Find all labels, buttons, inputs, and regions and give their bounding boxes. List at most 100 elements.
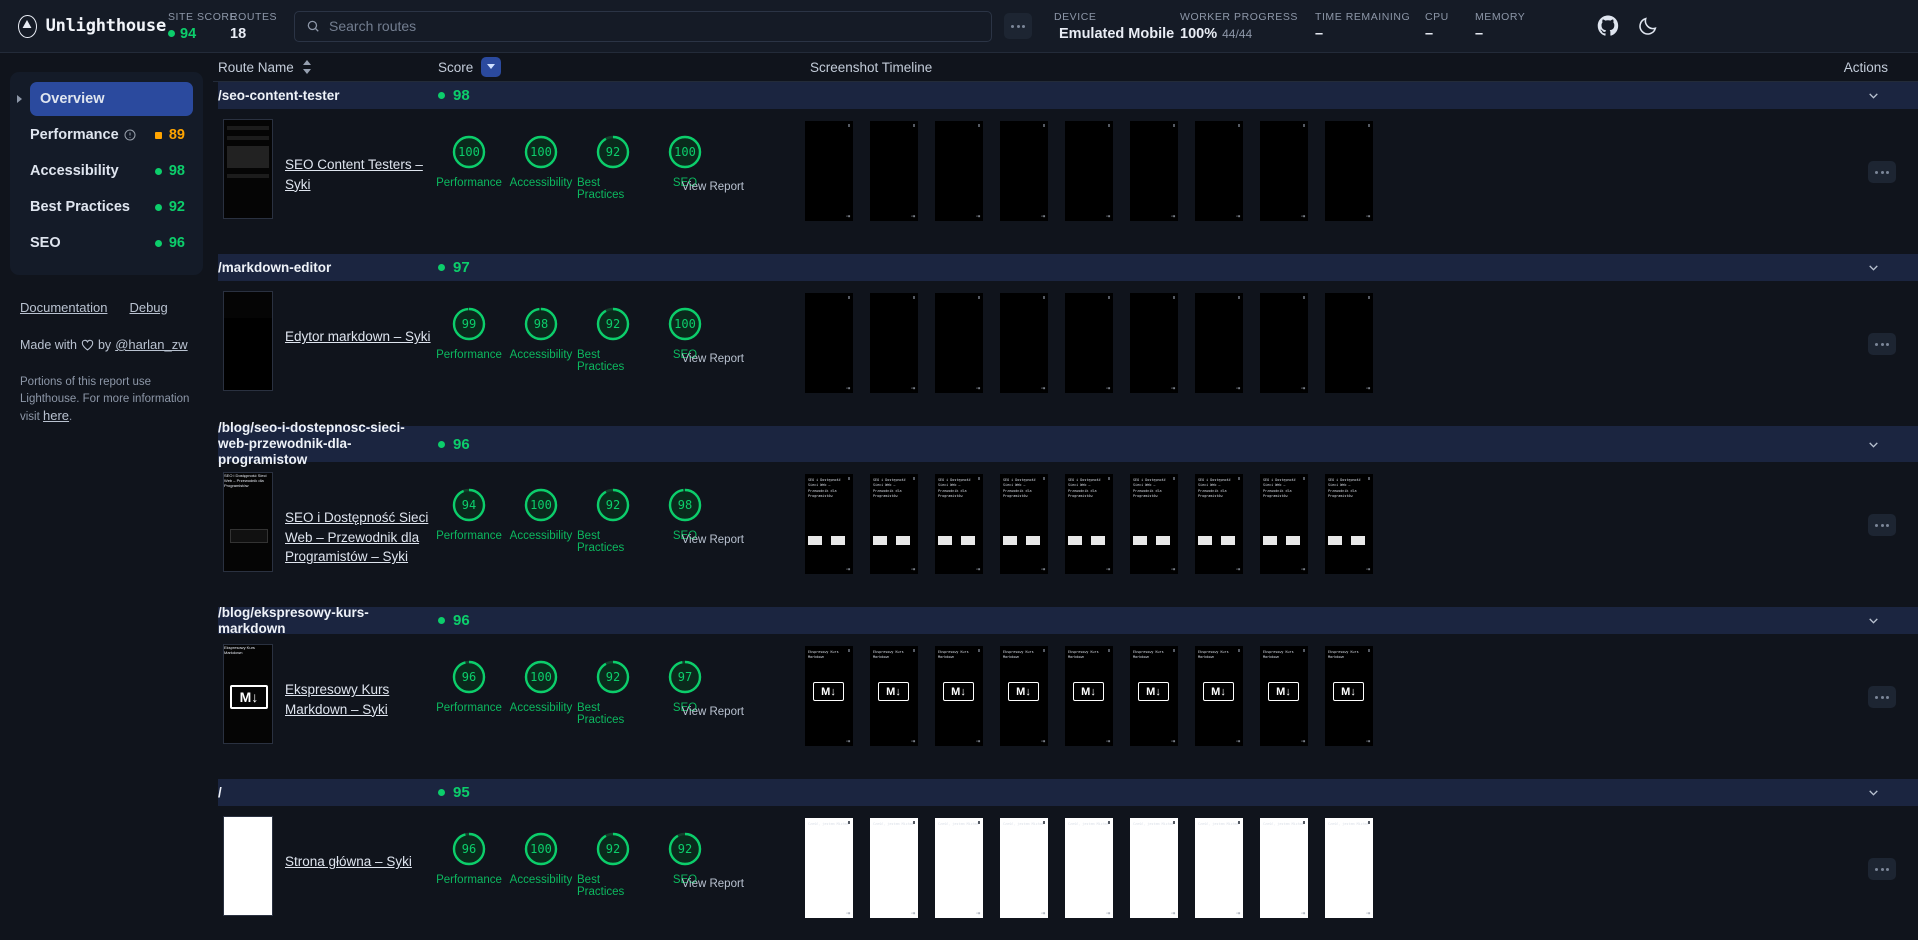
timeline-frame[interactable]: Cześć, jestem Michał ⌂▣ — [1000, 818, 1048, 918]
route-thumbnail[interactable] — [223, 291, 273, 391]
timeline-frame[interactable]: SEO i Dostępność Sieci Web – Przewodnik … — [1130, 474, 1178, 574]
footnote-here-link[interactable]: here — [43, 408, 69, 423]
sidebar-item-best-practices[interactable]: Best Practices 92 — [10, 189, 203, 225]
timeline-frame[interactable]: ⌂▣ — [935, 293, 983, 393]
timeline-frame[interactable]: Ekspresowy Kurs Markdown ⌂▣ M↓ — [1260, 646, 1308, 746]
timeline-frame[interactable]: Ekspresowy Kurs Markdown ⌂▣ M↓ — [870, 646, 918, 746]
metric-performance[interactable]: 99 Performance — [433, 306, 505, 373]
timeline-frame[interactable]: ⌂▣ — [805, 121, 853, 221]
route-actions-button[interactable] — [1868, 858, 1896, 880]
search-box[interactable] — [294, 10, 992, 42]
timeline-frame[interactable]: Cześć, jestem Michał ⌂▣ — [935, 818, 983, 918]
sidebar-item-seo[interactable]: SEO 96 — [10, 225, 203, 261]
metric-accessibility[interactable]: 98 Accessibility — [505, 306, 577, 373]
timeline-frame[interactable]: SEO i Dostępność Sieci Web – Przewodnik … — [805, 474, 853, 574]
route-group-header[interactable]: /blog/ekspresowy-kurs-markdown 96 — [218, 605, 1918, 636]
column-header-score[interactable]: Score — [438, 57, 768, 77]
timeline-frame[interactable]: ⌂▣ — [1325, 121, 1373, 221]
sort-desc-icon[interactable] — [481, 57, 502, 77]
metric-best-practices[interactable]: 92 Best Practices — [577, 831, 649, 898]
timeline-frame[interactable]: Cześć, jestem Michał ⌂▣ — [1195, 818, 1243, 918]
timeline-frame[interactable]: Ekspresowy Kurs Markdown ⌂▣ M↓ — [1325, 646, 1373, 746]
route-thumbnail[interactable] — [223, 816, 273, 916]
view-report-link[interactable]: View Report — [682, 706, 744, 718]
chevron-down-icon[interactable] — [1867, 89, 1880, 102]
metric-best-practices[interactable]: 92 Best Practices — [577, 659, 649, 726]
timeline-frame[interactable]: SEO i Dostępność Sieci Web – Przewodnik … — [1260, 474, 1308, 574]
timeline-frame[interactable]: ⌂▣ — [1000, 293, 1048, 393]
route-thumbnail[interactable] — [223, 119, 273, 219]
timeline-frame[interactable]: SEO i Dostępność Sieci Web – Przewodnik … — [1065, 474, 1113, 574]
metric-accessibility[interactable]: 100 Accessibility — [505, 831, 577, 898]
chevron-down-icon[interactable] — [1867, 786, 1880, 799]
metric-performance[interactable]: 100 Performance — [433, 134, 505, 201]
timeline-frame[interactable]: ⌂▣ — [1065, 121, 1113, 221]
route-title-link[interactable]: Strona główna – Syki — [285, 854, 412, 869]
timeline-frame[interactable]: Ekspresowy Kurs Markdown ⌂▣ M↓ — [1195, 646, 1243, 746]
documentation-link[interactable]: Documentation — [20, 300, 107, 315]
route-group-header[interactable]: /markdown-editor 97 — [218, 254, 1918, 281]
timeline-frame[interactable]: ⌂▣ — [1260, 293, 1308, 393]
route-thumbnail[interactable]: SEO i Dostępność Sieci Web – Przewodnik … — [223, 472, 273, 572]
chevron-down-icon[interactable] — [1867, 261, 1880, 274]
timeline-frame[interactable]: ⌂▣ — [1130, 121, 1178, 221]
timeline-frame[interactable]: ⌂▣ — [1130, 293, 1178, 393]
debug-link[interactable]: Debug — [129, 300, 167, 315]
metric-performance[interactable]: 94 Performance — [433, 487, 505, 554]
author-link[interactable]: @harlan_zw — [115, 337, 187, 352]
view-report-link[interactable]: View Report — [682, 534, 744, 546]
timeline-frame[interactable]: Cześć, jestem Michał ⌂▣ — [1260, 818, 1308, 918]
timeline-frame[interactable]: ⌂▣ — [870, 121, 918, 221]
sidebar-item-accessibility[interactable]: Accessibility 98 — [10, 153, 203, 189]
header-more-button[interactable] — [1004, 13, 1032, 39]
route-title-link[interactable]: Ekspresowy Kurs Markdown – Syki — [285, 682, 389, 717]
timeline-frame[interactable]: Cześć, jestem Michał ⌂▣ — [1065, 818, 1113, 918]
metric-performance[interactable]: 96 Performance — [433, 659, 505, 726]
timeline-frame[interactable]: ⌂▣ — [1195, 293, 1243, 393]
column-header-route-name[interactable]: Route Name — [218, 60, 438, 75]
route-actions-button[interactable] — [1868, 514, 1896, 536]
timeline-frame[interactable]: SEO i Dostępność Sieci Web – Przewodnik … — [1325, 474, 1373, 574]
route-actions-button[interactable] — [1868, 161, 1896, 183]
route-actions-button[interactable] — [1868, 333, 1896, 355]
route-thumbnail[interactable]: Ekspresowy Kurs Markdown M↓ — [223, 644, 273, 744]
sidebar-item-performance[interactable]: Performance 89 — [10, 117, 203, 153]
route-group-header[interactable]: / 95 — [218, 779, 1918, 806]
timeline-frame[interactable]: Ekspresowy Kurs Markdown ⌂▣ M↓ — [1130, 646, 1178, 746]
metric-performance[interactable]: 96 Performance — [433, 831, 505, 898]
metric-accessibility[interactable]: 100 Accessibility — [505, 134, 577, 201]
view-report-link[interactable]: View Report — [682, 878, 744, 890]
timeline-frame[interactable]: Cześć, jestem Michał ⌂▣ — [1325, 818, 1373, 918]
route-title-link[interactable]: SEO Content Testers – Syki — [285, 157, 423, 192]
timeline-frame[interactable]: ⌂▣ — [1195, 121, 1243, 221]
timeline-frame[interactable]: SEO i Dostępność Sieci Web – Przewodnik … — [870, 474, 918, 574]
github-icon[interactable] — [1597, 15, 1619, 37]
route-group-header[interactable]: /seo-content-tester 98 — [218, 82, 1918, 109]
metric-accessibility[interactable]: 100 Accessibility — [505, 487, 577, 554]
sort-toggle-icon[interactable] — [302, 60, 312, 74]
metric-best-practices[interactable]: 92 Best Practices — [577, 487, 649, 554]
view-report-link[interactable]: View Report — [682, 181, 744, 193]
timeline-frame[interactable]: Cześć, jestem Michał ⌂▣ — [870, 818, 918, 918]
timeline-frame[interactable]: ⌂▣ — [805, 293, 853, 393]
timeline-frame[interactable]: SEO i Dostępność Sieci Web – Przewodnik … — [935, 474, 983, 574]
metric-best-practices[interactable]: 92 Best Practices — [577, 306, 649, 373]
timeline-frame[interactable]: ⌂▣ — [1325, 293, 1373, 393]
route-title-link[interactable]: Edytor markdown – Syki — [285, 329, 431, 344]
timeline-frame[interactable]: ⌂▣ — [1000, 121, 1048, 221]
timeline-frame[interactable]: Cześć, jestem Michał ⌂▣ — [1130, 818, 1178, 918]
timeline-frame[interactable]: SEO i Dostępność Sieci Web – Przewodnik … — [1195, 474, 1243, 574]
view-report-link[interactable]: View Report — [682, 353, 744, 365]
timeline-frame[interactable]: ⌂▣ — [1065, 293, 1113, 393]
timeline-frame[interactable]: Ekspresowy Kurs Markdown ⌂▣ M↓ — [1065, 646, 1113, 746]
search-input[interactable] — [329, 18, 980, 34]
sidebar-item-overview[interactable]: Overview — [10, 81, 203, 117]
timeline-frame[interactable]: Ekspresowy Kurs Markdown ⌂▣ M↓ — [805, 646, 853, 746]
timeline-frame[interactable]: Ekspresowy Kurs Markdown ⌂▣ M↓ — [1000, 646, 1048, 746]
route-title-link[interactable]: SEO i Dostępność Sieci Web – Przewodnik … — [285, 510, 428, 564]
timeline-frame[interactable]: Cześć, jestem Michał ⌂▣ — [805, 818, 853, 918]
route-group-header[interactable]: /blog/seo-i-dostepnosc-sieci-web-przewod… — [218, 420, 1918, 467]
route-actions-button[interactable] — [1868, 686, 1896, 708]
timeline-frame[interactable]: ⌂▣ — [935, 121, 983, 221]
timeline-frame[interactable]: Ekspresowy Kurs Markdown ⌂▣ M↓ — [935, 646, 983, 746]
